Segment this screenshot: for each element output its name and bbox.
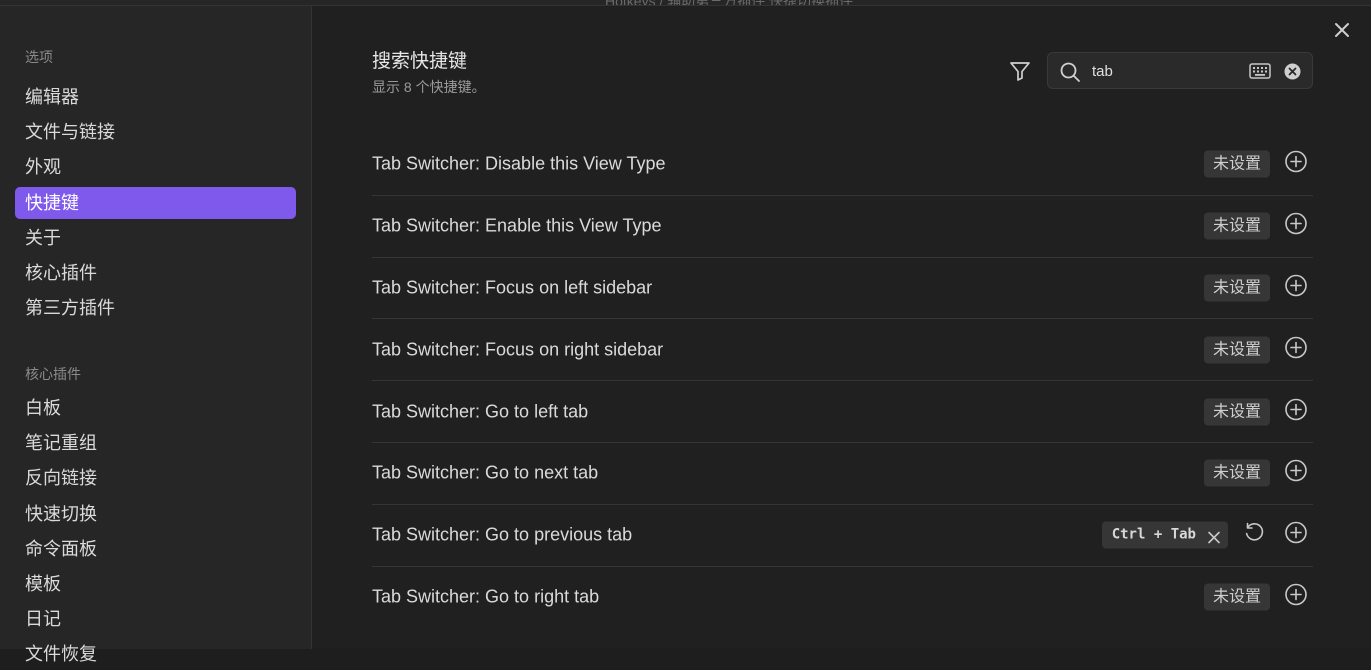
settings-sidebar: 选项 编辑器 文件与链接 外观 快捷键 关于 核心插件 第三方插件 核心插件 白板 笔记重组反… xyxy=(0,6,312,664)
add-hotkey-icon[interactable] xyxy=(1284,583,1308,612)
sidebar-item[interactable]: 编辑器 xyxy=(15,81,296,113)
add-hotkey-icon[interactable] xyxy=(1284,212,1308,241)
sidebar-item[interactable]: 文件与链接 xyxy=(15,116,296,148)
hotkey-label: 未设置 xyxy=(1212,217,1261,235)
hotkey-list: Tab Switcher: Disable this View Type 未设置 T… xyxy=(372,134,1313,628)
keyboard-icon[interactable] xyxy=(1249,61,1271,86)
add-hotkey-icon[interactable] xyxy=(1284,521,1308,550)
hotkey-label: 未设置 xyxy=(1212,279,1261,297)
hotkey-row: Tab Switcher: Go to next tab 未设置 xyxy=(372,443,1313,505)
sidebar-item[interactable]: 快捷键 xyxy=(15,186,296,219)
clear-search-icon[interactable] xyxy=(1284,63,1301,85)
hotkey-row: Tab Switcher: Go to left tab 未设置 xyxy=(372,381,1313,443)
search-icon xyxy=(1059,61,1081,88)
hotkey-label: 未设置 xyxy=(1212,403,1261,421)
hotkey-binding[interactable]: Ctrl + Tab xyxy=(1101,521,1228,549)
sidebar-item[interactable]: 第三方插件 xyxy=(15,292,296,324)
sidebar-core-plugin-item[interactable]: 笔记重组 xyxy=(15,427,296,459)
hotkey-row: Tab Switcher: Focus on left sidebar 未设置 xyxy=(372,258,1313,320)
hotkey-label: 未设置 xyxy=(1212,464,1261,482)
add-hotkey-icon[interactable] xyxy=(1284,273,1308,302)
hotkey-unset-badge: 未设置 xyxy=(1203,336,1270,364)
sidebar-core-plugin-item[interactable]: 命令面板 xyxy=(15,533,296,565)
hotkey-unset-badge: 未设置 xyxy=(1203,398,1270,426)
sidebar-item[interactable]: 关于 xyxy=(15,222,296,254)
hotkey-count: 显示 8 个快捷键。 xyxy=(372,79,486,95)
hotkey-command-name: Tab Switcher: Focus on right sidebar xyxy=(372,339,664,360)
sidebar-core-plugin-item[interactable]: 模板 xyxy=(15,568,296,600)
hotkey-label: 未设置 xyxy=(1212,588,1261,606)
hotkey-unset-badge: 未设置 xyxy=(1203,150,1270,178)
hotkey-row: Tab Switcher: Enable this View Type 未设置 xyxy=(372,196,1313,258)
hotkey-label: 未设置 xyxy=(1212,155,1261,173)
filter-icon[interactable] xyxy=(1008,59,1032,83)
sidebar-core-plugin-item[interactable]: 文件恢复 xyxy=(15,638,296,670)
sidebar-heading-options: 选项 xyxy=(25,49,53,65)
hotkey-unset-badge: 未设置 xyxy=(1203,583,1270,611)
hotkey-row: Tab Switcher: Focus on right sidebar 未设置 xyxy=(372,319,1313,382)
hotkey-command-name: Tab Switcher: Go to left tab xyxy=(372,401,589,422)
hotkey-unset-badge: 未设置 xyxy=(1203,459,1270,487)
sidebar-core-plugin-item[interactable]: 反向链接 xyxy=(15,462,296,494)
add-hotkey-icon[interactable] xyxy=(1284,459,1308,488)
remove-hotkey-icon[interactable] xyxy=(1207,528,1221,555)
hotkey-command-name: Tab Switcher: Go to next tab xyxy=(372,462,599,483)
hotkey-row: Tab Switcher: Go to previous tab Ctrl + T… xyxy=(372,505,1313,567)
hotkey-unset-badge: 未设置 xyxy=(1203,274,1270,302)
sidebar-core-plugin-item[interactable]: 快速切换 xyxy=(15,498,296,530)
hotkey-command-name: Tab Switcher: Go to right tab xyxy=(372,586,600,607)
sidebar-core-plugin-item[interactable]: 日记 xyxy=(15,603,296,635)
sidebar-item[interactable]: 核心插件 xyxy=(15,257,296,289)
hotkey-row: Tab Switcher: Disable this View Type 未设置 xyxy=(372,134,1313,196)
settings-modal: 选项 编辑器 文件与链接 外观 快捷键 关于 核心插件 第三方插件 核心插件 白板 笔记重组反… xyxy=(0,5,1371,664)
close-icon[interactable] xyxy=(1330,18,1354,42)
hotkey-unset-badge: 未设置 xyxy=(1203,212,1270,240)
hotkey-command-name: Tab Switcher: Go to previous tab xyxy=(372,524,633,545)
hotkey-command-name: Tab Switcher: Disable this View Type xyxy=(372,153,666,174)
search-input[interactable] xyxy=(1092,60,1242,82)
reset-hotkey-icon[interactable] xyxy=(1243,522,1265,549)
sidebar-core-plugin-item[interactable]: 白板 xyxy=(15,392,296,424)
hotkey-label: 未设置 xyxy=(1212,341,1261,359)
hotkey-command-name: Tab Switcher: Enable this View Type xyxy=(372,215,662,236)
hotkey-command-name: Tab Switcher: Focus on left sidebar xyxy=(372,277,653,298)
page-title: 搜索快捷键 xyxy=(372,51,468,72)
sidebar-item[interactable]: 外观 xyxy=(15,151,296,183)
add-hotkey-icon[interactable] xyxy=(1284,335,1308,364)
hotkey-row: Tab Switcher: Go to right tab 未设置 xyxy=(372,567,1313,629)
search-box xyxy=(1047,52,1313,89)
hotkey-label: Ctrl + Tab xyxy=(1111,526,1196,543)
sidebar-heading-core-plugins: 核心插件 xyxy=(25,366,81,382)
add-hotkey-icon[interactable] xyxy=(1284,397,1308,426)
add-hotkey-icon[interactable] xyxy=(1284,150,1308,179)
